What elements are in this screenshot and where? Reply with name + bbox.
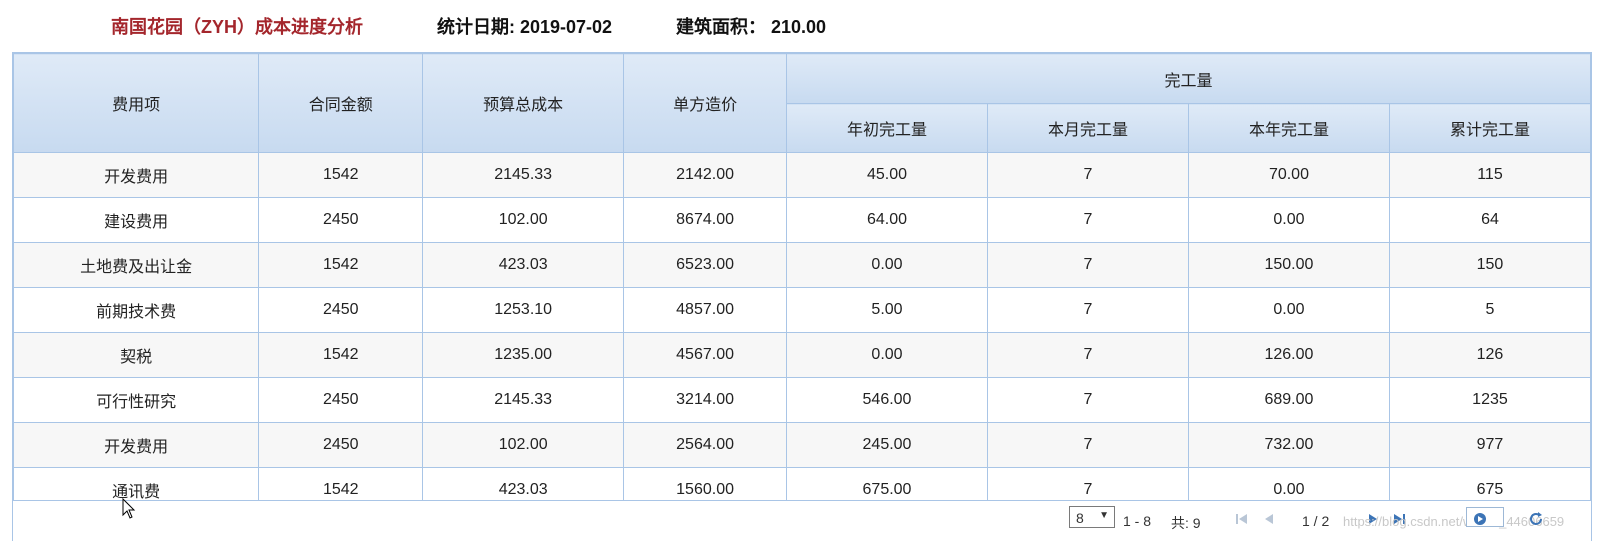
cell-unit-price: 2564.00 xyxy=(623,422,787,468)
report-header: 南国花园（ZYH）成本进度分析 统计日期: 2019-07-02 建筑面积： 2… xyxy=(0,0,1616,50)
page-size-select[interactable]: 8 ▼ xyxy=(1069,506,1115,528)
cell-year-start: 0.00 xyxy=(786,242,988,288)
cell-contract: 2450 xyxy=(258,287,424,333)
cell-budget: 1253.10 xyxy=(422,287,625,333)
cell-total: 126 xyxy=(1388,332,1592,378)
report-title: 南国花园（ZYH）成本进度分析 xyxy=(111,17,363,37)
cell-year: 0.00 xyxy=(1187,197,1390,243)
cell-year-start: 0.00 xyxy=(786,332,988,378)
cell-total: 1235 xyxy=(1388,377,1592,423)
table-row[interactable]: 可行性研究 2450 2145.33 3214.00 546.00 7 689.00 1235 xyxy=(12,377,1592,423)
cost-grid: 费用项 合同金额 预算总成本 单方造价 完工量 年初完工量 本月完工量 本年完工… xyxy=(12,52,1592,541)
cell-budget: 102.00 xyxy=(422,422,625,468)
cell-unit-price: 8674.00 xyxy=(623,197,787,243)
col-header-year[interactable]: 本年完工量 xyxy=(1187,103,1390,153)
table-row[interactable]: 土地费及出让金 1542 423.03 6523.00 0.00 7 150.00 150 xyxy=(12,242,1592,288)
cell-item: 前期技术费 xyxy=(12,287,260,333)
cell-contract: 1542 xyxy=(258,152,424,198)
cell-year-start: 546.00 xyxy=(786,377,988,423)
page-info: 1 / 2 xyxy=(1302,513,1330,529)
cell-unit-price: 3214.00 xyxy=(623,377,787,423)
cell-month: 7 xyxy=(986,197,1189,243)
cell-year: 126.00 xyxy=(1187,332,1390,378)
cell-year: 0.00 xyxy=(1187,287,1390,333)
cell-contract: 2450 xyxy=(258,377,424,423)
pagination-bar: 8 ▼ 1 - 8 共: 9 1 / 2 https://blog.csdn.n… xyxy=(13,500,1591,541)
cell-unit-price: 4567.00 xyxy=(623,332,787,378)
cell-total: 115 xyxy=(1388,152,1592,198)
cell-item: 契税 xyxy=(12,332,260,378)
cell-item: 开发费用 xyxy=(12,152,260,198)
cell-budget: 2145.33 xyxy=(422,152,625,198)
cell-unit-price: 6523.00 xyxy=(623,242,787,288)
cell-contract: 1542 xyxy=(258,332,424,378)
col-header-total[interactable]: 累计完工量 xyxy=(1388,103,1592,153)
table-row[interactable]: 开发费用 2450 102.00 2564.00 245.00 7 732.00 977 xyxy=(12,422,1592,468)
cell-year-start: 5.00 xyxy=(786,287,988,333)
prev-page-icon[interactable] xyxy=(1261,511,1277,527)
cell-month: 7 xyxy=(986,242,1189,288)
cell-budget: 423.03 xyxy=(422,242,625,288)
building-area: 建筑面积： 210.00 xyxy=(676,17,827,37)
cell-year: 732.00 xyxy=(1187,422,1390,468)
cell-month: 7 xyxy=(986,332,1189,378)
cell-year: 150.00 xyxy=(1187,242,1390,288)
cell-total: 977 xyxy=(1388,422,1592,468)
page-size-value: 8 xyxy=(1076,510,1084,526)
cell-item: 开发费用 xyxy=(12,422,260,468)
cell-unit-price: 4857.00 xyxy=(623,287,787,333)
cell-month: 7 xyxy=(986,377,1189,423)
cell-year: 689.00 xyxy=(1187,377,1390,423)
cell-budget: 1235.00 xyxy=(422,332,625,378)
mouse-cursor-icon xyxy=(122,498,136,519)
table-row[interactable]: 建设费用 2450 102.00 8674.00 64.00 7 0.00 64 xyxy=(12,197,1592,243)
cell-contract: 1542 xyxy=(258,242,424,288)
cell-month: 7 xyxy=(986,152,1189,198)
col-header-year-start[interactable]: 年初完工量 xyxy=(786,103,988,153)
page-range: 1 - 8 xyxy=(1123,513,1152,529)
cell-item: 建设费用 xyxy=(12,197,260,243)
cell-year-start: 45.00 xyxy=(786,152,988,198)
cell-total: 150 xyxy=(1388,242,1592,288)
total-count: 共: 9 xyxy=(1171,515,1201,531)
col-header-month[interactable]: 本月完工量 xyxy=(986,103,1189,153)
col-header-budget[interactable]: 预算总成本 xyxy=(422,53,625,153)
col-header-unit-price[interactable]: 单方造价 xyxy=(623,53,787,153)
stat-date: 统计日期: 2019-07-02 xyxy=(437,17,613,37)
cost-table: 费用项 合同金额 预算总成本 单方造价 完工量 年初完工量 本月完工量 本年完工… xyxy=(12,53,1592,513)
table-row[interactable]: 前期技术费 2450 1253.10 4857.00 5.00 7 0.00 5 xyxy=(12,287,1592,333)
go-icon[interactable] xyxy=(1472,511,1488,527)
table-row[interactable]: 开发费用 1542 2145.33 2142.00 45.00 7 70.00 115 xyxy=(12,152,1592,198)
cell-item: 可行性研究 xyxy=(12,377,260,423)
cell-budget: 102.00 xyxy=(422,197,625,243)
table-row[interactable]: 契税 1542 1235.00 4567.00 0.00 7 126.00 126 xyxy=(12,332,1592,378)
cell-month: 7 xyxy=(986,422,1189,468)
cell-total: 5 xyxy=(1388,287,1592,333)
cell-contract: 2450 xyxy=(258,422,424,468)
col-header-group-completion: 完工量 xyxy=(786,53,1591,104)
cell-year-start: 64.00 xyxy=(786,197,988,243)
refresh-icon[interactable] xyxy=(1528,511,1544,527)
cell-unit-price: 2142.00 xyxy=(623,152,787,198)
chevron-down-icon: ▼ xyxy=(1099,510,1109,521)
cell-item: 土地费及出让金 xyxy=(12,242,260,288)
cell-total: 64 xyxy=(1388,197,1592,243)
cell-month: 7 xyxy=(986,287,1189,333)
cell-budget: 2145.33 xyxy=(422,377,625,423)
cell-year-start: 245.00 xyxy=(786,422,988,468)
cell-contract: 2450 xyxy=(258,197,424,243)
col-header-contract[interactable]: 合同金额 xyxy=(258,53,424,153)
cell-year: 70.00 xyxy=(1187,152,1390,198)
col-header-item[interactable]: 费用项 xyxy=(12,53,260,153)
first-page-icon[interactable] xyxy=(1234,511,1250,527)
